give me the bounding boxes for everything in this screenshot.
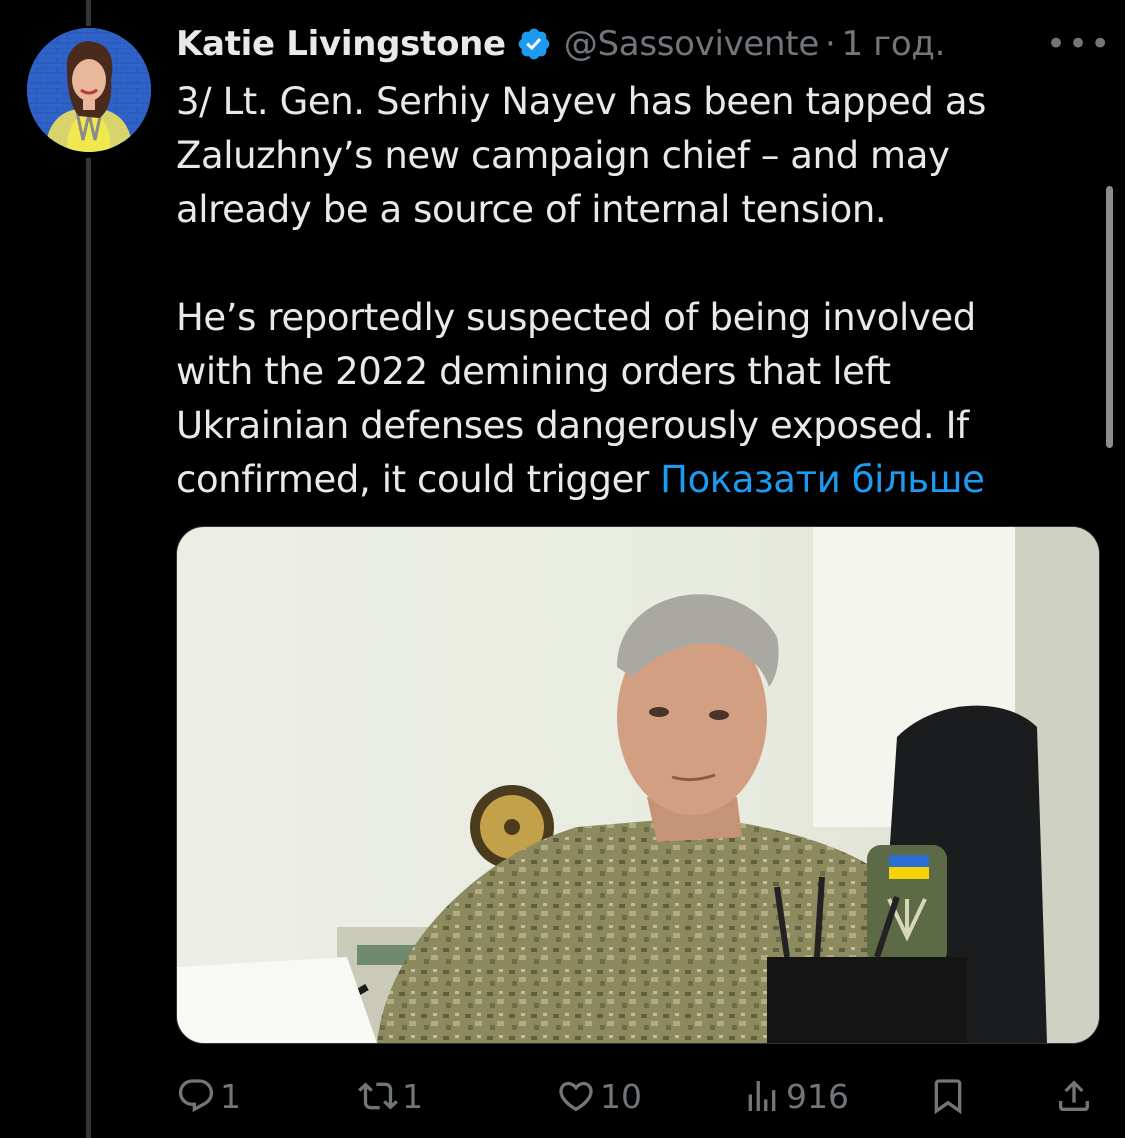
- tweet-body: 3/ Lt. Gen. Serhiy Nayev has been tapped…: [176, 80, 986, 501]
- tweet-photo[interactable]: [176, 526, 1100, 1044]
- action-bar: 1 1 10 916: [176, 1068, 1096, 1124]
- retweet-button[interactable]: 1: [358, 1068, 423, 1124]
- thread-line-top: [86, 0, 91, 26]
- views-icon: [748, 1081, 776, 1111]
- share-button[interactable]: [1054, 1068, 1094, 1124]
- tweet-text: 3/ Lt. Gen. Serhiy Nayev has been tapped…: [176, 75, 1076, 507]
- like-count: 10: [600, 1076, 642, 1116]
- author-name[interactable]: Katie Livingstone: [176, 24, 506, 64]
- thread-line: [86, 158, 91, 1138]
- reply-button[interactable]: 1: [176, 1068, 241, 1124]
- share-icon: [1059, 1080, 1089, 1111]
- retweet-icon: [358, 1082, 398, 1110]
- avatar[interactable]: [27, 28, 151, 152]
- photo-officer-at-desk: [177, 527, 1099, 1043]
- like-button[interactable]: 10: [556, 1068, 642, 1124]
- more-icon[interactable]: •••: [1046, 24, 1112, 64]
- timestamp[interactable]: 1 год.: [841, 24, 945, 64]
- dot-separator: ·: [824, 24, 836, 64]
- show-more-link[interactable]: Показати більше: [660, 458, 985, 501]
- bookmark-button[interactable]: [928, 1068, 968, 1124]
- like-icon: [559, 1081, 593, 1112]
- tweet-header: Katie Livingstone @Sassovivente · 1 год.: [176, 20, 945, 68]
- retweet-count: 1: [402, 1076, 423, 1116]
- views-button[interactable]: 916: [742, 1068, 849, 1124]
- reply-count: 1: [220, 1076, 241, 1116]
- verified-badge-icon: [518, 28, 550, 60]
- scrollbar[interactable]: [1106, 186, 1113, 448]
- reply-icon: [178, 1079, 214, 1113]
- bookmark-icon: [934, 1079, 962, 1115]
- views-count: 916: [786, 1076, 849, 1116]
- author-handle[interactable]: @Sassovivente: [564, 24, 819, 64]
- avatar-image: [27, 28, 151, 152]
